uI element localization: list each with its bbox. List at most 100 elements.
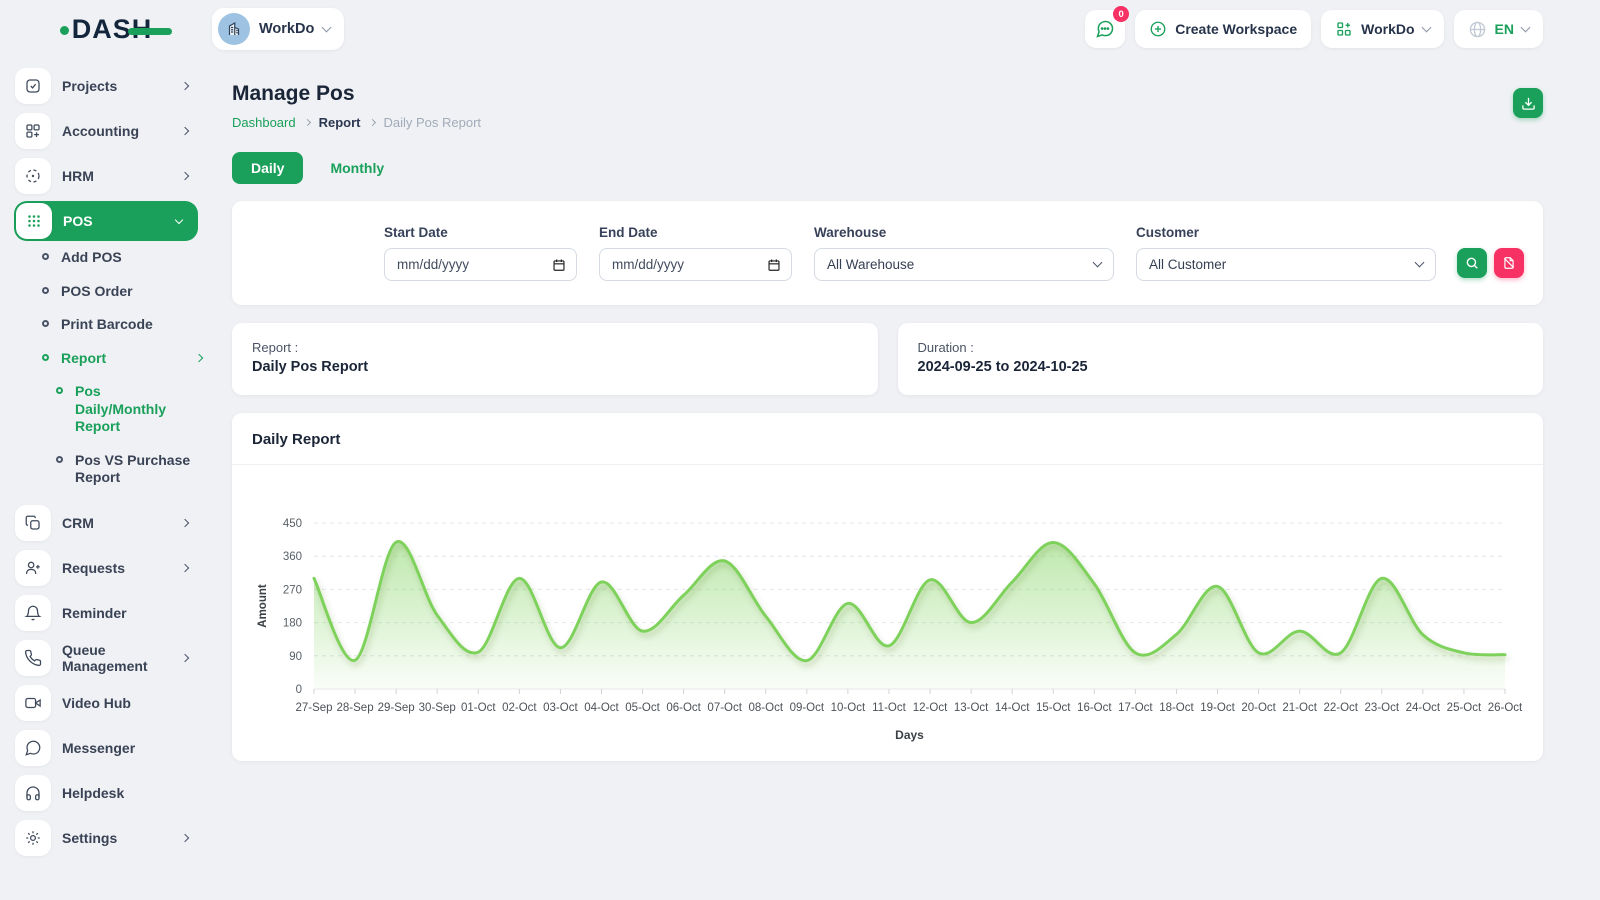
sidebar-item-print-barcode[interactable]: Print Barcode [0,316,212,334]
sidebar-item-crm[interactable]: CRM [14,503,198,543]
reset-filter-button[interactable] [1494,248,1524,278]
grid-plus-icon [1335,20,1353,38]
chevron-right-icon [195,353,203,361]
duration-label: Duration : [918,340,1524,355]
globe-icon [1468,20,1487,39]
sidebar-item-helpdesk[interactable]: Helpdesk [14,773,198,813]
download-button[interactable] [1513,88,1543,118]
workspace-switch[interactable]: WorkDo [1321,10,1443,48]
svg-text:24-Oct: 24-Oct [1406,702,1441,714]
plus-circle-icon [1149,20,1167,38]
customer-label: Customer [1136,225,1436,240]
sidebar-item-pos-daily-monthly-report[interactable]: Pos Daily/Monthly Report [0,383,212,436]
sidebar-item-hrm[interactable]: HRM [14,156,198,196]
svg-text:23-Oct: 23-Oct [1365,702,1400,714]
search-icon [1465,256,1479,270]
warehouse-label: Warehouse [814,225,1114,240]
category-grid-icon [15,113,51,149]
bell-icon [15,595,51,631]
sidebar: Projects Accounting HRM PO [0,58,212,863]
sidebar-item-add-pos[interactable]: Add POS [0,249,212,267]
sidebar-label: HRM [62,168,171,184]
svg-text:12-Oct: 12-Oct [913,702,948,714]
sidebar-sublabel: Print Barcode [61,316,153,334]
breadcrumb-current: Daily Pos Report [384,115,482,130]
user-plus-icon [15,550,51,586]
breadcrumb-dashboard[interactable]: Dashboard [232,115,296,130]
filter-panel: Start Date mm/dd/yyyy End Date mm/dd/yyy… [232,201,1543,305]
workspace-selector[interactable]: WorkDo [212,8,344,50]
daily-report-chart: 09018027036045027-Sep28-Sep29-Sep30-Sep0… [252,479,1523,751]
messages-button[interactable]: 0 [1085,10,1125,48]
svg-text:25-Oct: 25-Oct [1447,702,1482,714]
brand-logo[interactable]: DASH [60,16,153,43]
duration-summary-card: Duration : 2024-09-25 to 2024-10-25 [898,323,1544,395]
copy-squares-icon [15,505,51,541]
create-workspace-button[interactable]: Create Workspace [1135,10,1311,48]
chevron-right-icon [181,127,189,135]
report-value: Daily Pos Report [252,359,858,375]
chevron-right-icon [181,653,189,661]
sidebar-item-report[interactable]: Report [0,350,212,368]
customer-select[interactable]: All Customer [1136,248,1436,281]
sidebar-item-pos-vs-purchase-report[interactable]: Pos VS Purchase Report [0,452,212,487]
chevron-right-icon [181,82,189,90]
sidebar-item-pos-order[interactable]: POS Order [0,283,212,301]
start-date-input[interactable]: mm/dd/yyyy [384,248,577,281]
search-button[interactable] [1457,248,1487,278]
workspace-avatar [218,13,250,45]
chevron-down-icon [1093,258,1103,268]
tab-daily[interactable]: Daily [232,152,303,184]
download-icon [1521,96,1536,111]
sidebar-label: Video Hub [62,695,194,711]
sidebar-item-accounting[interactable]: Accounting [14,111,198,151]
sidebar-item-projects[interactable]: Projects [14,66,198,106]
sidebar-item-pos[interactable]: POS [14,201,198,241]
sidebar-item-video-hub[interactable]: Video Hub [14,683,198,723]
start-date-label: Start Date [384,225,577,240]
bullet-icon [42,253,49,260]
sidebar-label: Messenger [62,740,194,756]
customer-value: All Customer [1149,257,1416,272]
workspace-switch-label: WorkDo [1361,21,1414,37]
svg-text:11-Oct: 11-Oct [872,702,906,714]
svg-text:06-Oct: 06-Oct [666,702,701,714]
svg-text:28-Sep: 28-Sep [337,702,374,714]
calendar-icon[interactable] [552,258,566,272]
svg-text:19-Oct: 19-Oct [1200,702,1235,714]
svg-text:Amount: Amount [257,584,269,628]
sidebar-item-messenger[interactable]: Messenger [14,728,198,768]
sidebar-item-settings[interactable]: Settings [14,818,198,858]
tab-monthly[interactable]: Monthly [311,152,403,184]
sidebar-label: Queue Management [62,642,171,674]
end-date-placeholder: mm/dd/yyyy [612,257,767,272]
svg-text:14-Oct: 14-Oct [995,702,1030,714]
svg-text:26-Oct: 26-Oct [1488,702,1523,714]
language-label: EN [1495,21,1514,37]
language-selector[interactable]: EN [1454,10,1543,48]
svg-text:450: 450 [283,518,302,530]
warehouse-value: All Warehouse [827,257,1094,272]
end-date-input[interactable]: mm/dd/yyyy [599,248,792,281]
chart-title: Daily Report [252,431,340,448]
svg-text:360: 360 [283,551,302,563]
svg-text:18-Oct: 18-Oct [1159,702,1194,714]
svg-text:22-Oct: 22-Oct [1323,702,1358,714]
sidebar-item-queue-management[interactable]: Queue Management [14,638,198,678]
svg-text:180: 180 [283,618,302,630]
breadcrumb: Dashboard Report Daily Pos Report [232,115,481,130]
calendar-icon[interactable] [767,258,781,272]
clear-filter-icon [1502,256,1516,270]
sidebar-item-requests[interactable]: Requests [14,548,198,588]
sidebar-label: Accounting [62,123,171,139]
svg-text:05-Oct: 05-Oct [625,702,660,714]
phone-icon [15,640,51,676]
sidebar-label: POS [63,213,165,229]
workspace-name: WorkDo [259,21,314,37]
sidebar-item-reminder[interactable]: Reminder [14,593,198,633]
gear-icon [15,820,51,856]
create-workspace-label: Create Workspace [1175,21,1297,37]
warehouse-select[interactable]: All Warehouse [814,248,1114,281]
svg-text:30-Sep: 30-Sep [419,702,456,714]
breadcrumb-report[interactable]: Report [319,115,361,130]
